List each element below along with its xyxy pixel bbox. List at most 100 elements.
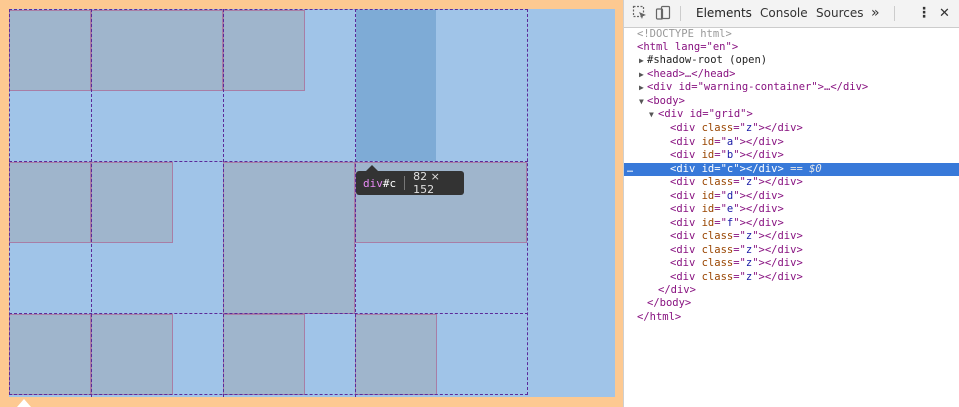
tag-open: <div [670,216,702,229]
shadow-root-text: #shadow-root (open) [647,54,768,66]
grid-close-tag: </div> [658,284,696,296]
grid-tag: <div id="grid"> [658,108,753,120]
dom-node-grid-child[interactable]: <div id="b"></div> [624,149,959,163]
page-body [9,9,615,397]
tooltip-id: #c [382,176,397,190]
grid-line [9,313,528,314]
tab-console[interactable]: Console [760,0,808,27]
tag-open: <div [670,122,702,134]
dom-node-body-close[interactable]: </body> [624,297,959,311]
tag-open: <div [670,176,702,188]
grid-line [223,9,224,397]
child-tag: <div class="z"></div> [670,122,803,136]
child-tag: <div class="z"></div> [670,257,803,271]
attr-name: id [701,135,715,148]
dom-node-grid-child[interactable]: <div id="d"></div> [624,190,959,204]
tab-elements[interactable]: Elements [696,0,752,27]
attr-eq: =" [714,216,727,229]
dom-node-grid-child[interactable]: <div class="z"></div> [624,230,959,244]
html-close-tag: </html> [637,311,682,323]
tab-sources[interactable]: Sources [816,0,863,27]
child-tag: <div id="e"></div> [670,203,784,217]
dom-node-grid-child[interactable]: <div class="z"></div> [624,271,959,285]
selected-marker: == $0 [783,162,822,175]
dom-node-grid-child[interactable]: <div id="a"></div> [624,136,959,150]
tag-close: "></div> [733,162,784,175]
dom-tree: <!DOCTYPE html> <html lang="en"> ▶ #shado… [624,27,959,407]
tooltip-dimensions: 82 × 152 [413,170,440,196]
tooltip-arrow [366,165,378,171]
menu-button[interactable]: ⋮ [917,0,931,27]
child-tag: <div id="f"></div> [670,217,784,231]
tag-open: <div [670,203,702,215]
attr-name: id [701,189,715,202]
tag-close: "></div> [752,122,803,134]
dom-node-grid-close[interactable]: </div> [624,284,959,298]
dom-node-warning-container[interactable]: ▶ <div id="warning-container">…</div> [624,81,959,95]
tooltip-divider [404,176,406,190]
child-tag: <div id="a"></div> [670,136,784,150]
dom-node-grid-child[interactable]: <div class="z"></div> [624,176,959,190]
tag-open: <div [670,243,702,256]
attr-name: id [701,149,715,161]
tag-close: "></div> [733,135,784,148]
tag-close: "></div> [733,216,784,229]
child-tag: <div id="b"></div> [670,149,784,163]
device-toolbar-icon[interactable] [655,5,671,21]
attr-eq: =" [714,135,727,148]
tag-open: <div [670,257,702,269]
doctype-text: <!DOCTYPE html> [637,28,732,40]
body-close-tag: </body> [647,297,692,309]
child-tag: <div class="z"></div> [670,230,803,244]
html-tag: <html lang="en"> [637,41,739,53]
dom-node-html[interactable]: <html lang="en"> [624,41,959,55]
attr-name: id [701,216,715,229]
attr-name: id [701,203,715,215]
expand-arrow-icon[interactable]: ▶ [639,81,644,95]
tag-close: "></div> [733,149,784,161]
dom-node-grid-child[interactable]: <div class="z"></div> [624,122,959,136]
attr-name: class [701,257,734,269]
collapse-arrow-icon[interactable]: ▼ [649,108,654,122]
inspect-element-icon[interactable] [632,5,648,21]
dom-node-html-close[interactable]: </html> [624,311,959,325]
head-tag: <head>…</head> [647,68,736,80]
dom-node-body[interactable]: ▼ <body> [624,95,959,109]
attr-eq: =" [733,230,746,242]
tag-close: "></div> [752,257,803,269]
expand-arrow-icon[interactable]: ▶ [639,54,644,68]
dom-node-grid-child[interactable]: <div id="e"></div> [624,203,959,217]
dom-node-grid-child[interactable]: <div id="f"></div> [624,217,959,231]
grid-line [91,9,92,397]
attr-name: class [701,176,734,188]
collapse-arrow-icon[interactable]: ▼ [639,95,644,109]
tag-open: <div [670,270,702,283]
attr-name: class [701,230,734,242]
dom-node-grid[interactable]: ▼ <div id="grid"> [624,108,959,122]
dom-node-selected[interactable]: … <div id="c"></div> == $0 [624,162,959,177]
dom-node-doctype[interactable]: <!DOCTYPE html> [624,28,959,42]
child-tag: <div class="z"></div> [670,176,803,190]
expand-arrow-icon[interactable]: ▶ [639,68,644,82]
attr-name: class [701,243,734,256]
tag-open: <div [670,230,702,242]
dom-node-grid-child[interactable]: <div class="z"></div> [624,244,959,258]
toolbar-divider [894,6,895,21]
page-viewport: div #c 82 × 152 [0,0,623,407]
dom-node-head[interactable]: ▶ <head>…</head> [624,68,959,82]
attr-name: class [701,122,734,134]
attr-eq: =" [733,176,746,188]
attr-eq: =" [714,149,727,161]
dom-node-shadow-root[interactable]: ▶ #shadow-root (open) [624,54,959,68]
attr-eq: =" [733,243,746,256]
attr-eq: =" [733,270,746,283]
ellipsis-icon[interactable]: … [627,163,633,177]
grid-outline [9,9,528,395]
more-tabs-button[interactable]: » [871,0,880,27]
close-button[interactable]: ✕ [939,0,950,27]
dom-node-grid-child[interactable]: <div class="z"></div> [624,257,959,271]
tag-open: <div [670,189,702,202]
attr-name: class [701,270,734,283]
tag-open: <div [670,135,702,148]
child-tag: <div id="d"></div> [670,190,784,204]
